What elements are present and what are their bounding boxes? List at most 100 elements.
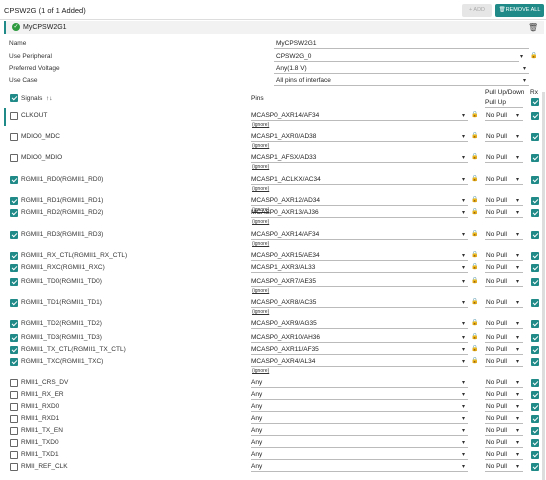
rx-checkbox[interactable] — [531, 415, 539, 423]
signal-checkbox[interactable] — [10, 209, 18, 217]
lock-icon[interactable]: 🔒 — [471, 251, 478, 258]
pull-select[interactable]: No Pull — [486, 379, 507, 386]
pull-select[interactable]: No Pull — [486, 320, 507, 327]
pin-select[interactable]: MCASP0_AXR14/AF34 — [251, 112, 319, 119]
lock-icon[interactable]: 🔒 — [471, 345, 478, 352]
rx-checkbox[interactable] — [531, 278, 539, 286]
pull-select[interactable]: No Pull — [486, 264, 507, 271]
lock-icon[interactable]: 🔒 — [471, 111, 478, 118]
signal-checkbox[interactable] — [10, 439, 18, 447]
signal-checkbox[interactable] — [10, 451, 18, 459]
pull-select[interactable]: No Pull — [486, 252, 507, 259]
pin-select[interactable]: Any — [251, 451, 262, 458]
lock-icon[interactable]: 🔒 — [471, 132, 478, 139]
pin-select[interactable]: Any — [251, 415, 262, 422]
pin-select[interactable]: MCASP1_AXR3/AL33 — [251, 264, 315, 271]
scrollbar[interactable] — [542, 92, 545, 480]
chevron-down-icon[interactable]: ▾ — [462, 334, 465, 341]
sort-icon[interactable]: ↑↓ — [46, 95, 53, 102]
rx-checkbox[interactable] — [531, 439, 539, 447]
ignore-link[interactable]: (ignore) — [252, 288, 269, 294]
signal-checkbox[interactable] — [10, 264, 18, 272]
rx-all-checkbox[interactable] — [531, 98, 539, 106]
pull-select[interactable]: No Pull — [486, 209, 507, 216]
pin-select[interactable]: Any — [251, 379, 262, 386]
ignore-link[interactable]: (ignore) — [252, 186, 269, 192]
lock-icon[interactable]: 🔒 — [471, 319, 478, 326]
signal-checkbox[interactable] — [10, 133, 18, 141]
pull-select[interactable]: No Pull — [486, 154, 507, 161]
pull-header-select[interactable]: Pull Up — [485, 99, 506, 106]
pull-select[interactable]: No Pull — [486, 415, 507, 422]
pin-select[interactable]: MCASP0_AXR13/AJ36 — [251, 209, 319, 216]
rx-checkbox[interactable] — [531, 197, 539, 205]
pull-select[interactable]: No Pull — [486, 391, 507, 398]
rx-checkbox[interactable] — [531, 299, 539, 307]
select-all-checkbox[interactable] — [10, 94, 18, 102]
rx-checkbox[interactable] — [531, 391, 539, 399]
pull-select[interactable]: No Pull — [486, 439, 507, 446]
pin-select[interactable]: MCASP0_AXR11/AF35 — [251, 346, 319, 353]
signal-checkbox[interactable] — [10, 427, 18, 435]
rx-checkbox[interactable] — [531, 379, 539, 387]
rx-checkbox[interactable] — [531, 264, 539, 272]
chevron-down-icon[interactable]: ▾ — [523, 77, 526, 84]
chevron-down-icon[interactable]: ▾ — [516, 231, 519, 238]
rx-checkbox[interactable] — [531, 252, 539, 260]
chevron-down-icon[interactable]: ▾ — [516, 463, 519, 470]
lock-icon[interactable]: 🔒 — [471, 357, 478, 364]
pin-select[interactable]: MCASP0_AXR12/AD34 — [251, 197, 320, 204]
ignore-link[interactable]: (ignore) — [252, 219, 269, 225]
signal-checkbox[interactable] — [10, 154, 18, 162]
chevron-down-icon[interactable]: ▾ — [462, 403, 465, 410]
signal-checkbox[interactable] — [10, 346, 18, 354]
signal-checkbox[interactable] — [10, 252, 18, 260]
chevron-down-icon[interactable]: ▾ — [462, 197, 465, 204]
ignore-link[interactable]: (ignore) — [252, 368, 269, 374]
name-field[interactable]: MyCPSW2G1 — [276, 40, 316, 47]
chevron-down-icon[interactable]: ▾ — [516, 379, 519, 386]
lock-icon[interactable]: 🔒 — [471, 175, 478, 182]
lock-icon[interactable]: 🔒 — [471, 333, 478, 340]
chevron-down-icon[interactable]: ▾ — [462, 451, 465, 458]
signal-checkbox[interactable] — [10, 197, 18, 205]
lock-icon[interactable]: 🔒 — [471, 277, 478, 284]
pull-select[interactable]: No Pull — [486, 112, 507, 119]
rx-checkbox[interactable] — [531, 358, 539, 366]
pull-select[interactable]: No Pull — [486, 403, 507, 410]
lock-icon[interactable]: 🔒 — [471, 263, 478, 270]
chevron-down-icon[interactable]: ▾ — [462, 379, 465, 386]
pull-select[interactable]: No Pull — [486, 176, 507, 183]
add-button[interactable]: + ADD — [462, 4, 492, 17]
pin-select[interactable]: Any — [251, 391, 262, 398]
lock-icon[interactable]: 🔒 — [471, 230, 478, 237]
chevron-down-icon[interactable]: ▾ — [516, 112, 519, 119]
chevron-down-icon[interactable]: ▾ — [516, 154, 519, 161]
signal-checkbox[interactable] — [10, 379, 18, 387]
chevron-down-icon[interactable]: ▾ — [516, 346, 519, 353]
lock-icon[interactable]: 🔒 — [471, 298, 478, 305]
pull-select[interactable]: No Pull — [486, 358, 507, 365]
rx-checkbox[interactable] — [531, 451, 539, 459]
pin-select[interactable]: MCASP0_AXR8/AC35 — [251, 299, 316, 306]
lock-icon[interactable]: 🔒 — [471, 208, 478, 215]
chevron-down-icon[interactable]: ▾ — [462, 320, 465, 327]
rx-checkbox[interactable] — [531, 346, 539, 354]
chevron-down-icon[interactable]: ▾ — [516, 334, 519, 341]
signal-checkbox[interactable] — [10, 231, 18, 239]
chevron-down-icon[interactable]: ▾ — [462, 278, 465, 285]
pull-select[interactable]: No Pull — [486, 427, 507, 434]
signal-checkbox[interactable] — [10, 415, 18, 423]
chevron-down-icon[interactable]: ▾ — [516, 133, 519, 140]
rx-checkbox[interactable] — [531, 209, 539, 217]
pin-select[interactable]: MCASP0_AXR14/AF34 — [251, 231, 319, 238]
chevron-down-icon[interactable]: ▾ — [516, 451, 519, 458]
rx-checkbox[interactable] — [531, 176, 539, 184]
pull-select[interactable]: No Pull — [486, 346, 507, 353]
chevron-down-icon[interactable]: ▾ — [516, 427, 519, 434]
pin-select[interactable]: MCASP1_AFSX/AD33 — [251, 154, 316, 161]
pull-select[interactable]: No Pull — [486, 463, 507, 470]
signal-checkbox[interactable] — [10, 320, 18, 328]
chevron-down-icon[interactable]: ▾ — [516, 391, 519, 398]
ignore-link[interactable]: (ignore) — [252, 122, 269, 128]
